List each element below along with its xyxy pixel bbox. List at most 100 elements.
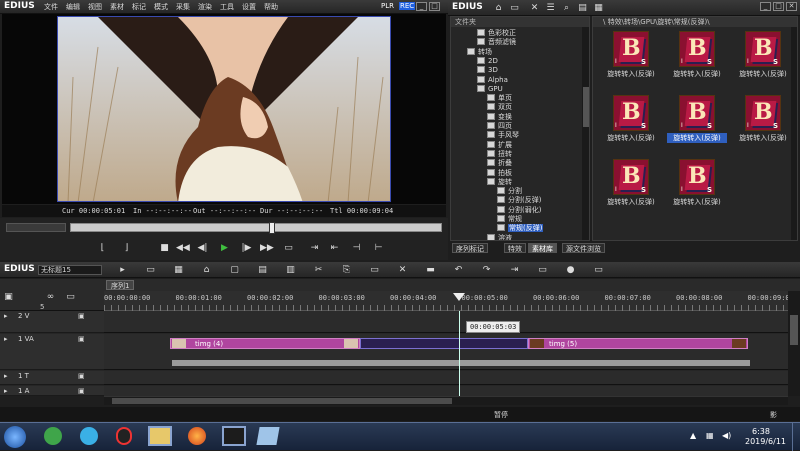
voice-icon[interactable]: ↶ — [452, 264, 465, 276]
playhead-line[interactable] — [459, 311, 460, 396]
render-icon[interactable]: ↷ — [480, 264, 493, 276]
thumbnail-label[interactable]: 旋转转入(反弹) — [601, 69, 661, 79]
step-back-icon[interactable]: ◀| — [196, 242, 209, 254]
timeline-ruler[interactable]: 00:00:00:00 00:00:01:00 00:00:02:00 00:00:0… — [104, 291, 794, 311]
transition-region[interactable] — [360, 338, 528, 349]
track-area-1a[interactable] — [104, 386, 788, 396]
mixer-icon[interactable]: ▬ — [424, 264, 437, 276]
start-button[interactable] — [4, 426, 26, 448]
transition-thumbnail[interactable]: BS I — [613, 159, 649, 195]
marker-icon[interactable]: ▭ — [536, 264, 549, 276]
network-icon[interactable]: ▦ — [706, 431, 714, 440]
folder-up-icon[interactable]: ⌂ — [492, 2, 505, 14]
menu-item[interactable]: 视图 — [84, 1, 106, 13]
track-toggle-icon[interactable]: ▣ — [78, 387, 85, 395]
save-icon[interactable]: ▦ — [172, 264, 185, 276]
record-icon[interactable]: ● — [564, 264, 577, 276]
edius-taskbar-icon[interactable] — [222, 426, 246, 446]
app-taskbar-icon[interactable] — [256, 427, 280, 445]
split-icon[interactable]: ⊣ — [350, 242, 363, 254]
menu-item[interactable]: 标记 — [128, 1, 150, 13]
thumbnail-label[interactable]: 旋转转入(反弹) — [733, 69, 793, 79]
undo-icon[interactable]: ⌂ — [200, 264, 213, 276]
hscroll-thumb[interactable] — [112, 398, 452, 404]
thumbnail-label[interactable]: 旋转转入(反弹) — [667, 133, 727, 143]
tray-up-icon[interactable]: ▲ — [690, 431, 696, 440]
maximize-button[interactable]: □ — [429, 2, 440, 11]
transition-thumbnail[interactable]: BS I — [745, 31, 781, 67]
track-lock-icon[interactable]: ▸ — [4, 312, 8, 320]
set-in-icon[interactable]: ⌊ — [96, 242, 109, 254]
effects-tab[interactable]: 特效 — [504, 243, 526, 253]
jog-slider[interactable] — [6, 223, 66, 232]
thumbnail-label[interactable]: 旋转转入(反弹) — [667, 69, 727, 79]
rec-indicator[interactable]: REC — [399, 2, 416, 10]
thumbnail-label[interactable]: 旋转转入(反弹) — [667, 197, 727, 207]
effects-tab[interactable]: 序列标记 — [452, 243, 488, 253]
show-desktop-button[interactable] — [792, 423, 800, 451]
menu-item[interactable]: 设置 — [238, 1, 260, 13]
search-icon[interactable]: ⌕ — [560, 2, 573, 14]
track-lock-icon[interactable]: ▸ — [4, 387, 8, 395]
in-out-icon[interactable]: ✕ — [396, 264, 409, 276]
menu-item[interactable]: 模式 — [150, 1, 172, 13]
step-forward-icon[interactable]: |▶ — [240, 242, 253, 254]
open-icon[interactable]: ▭ — [144, 264, 157, 276]
thumbnail-label[interactable]: 旋转转入(反弹) — [601, 197, 661, 207]
timeline-hscroll[interactable] — [104, 396, 788, 405]
firefox-icon[interactable] — [188, 427, 206, 445]
monitor-icon[interactable]: ▭ — [64, 291, 77, 303]
menu-item[interactable]: 素材 — [106, 1, 128, 13]
ripple-icon[interactable]: ▭ — [368, 264, 381, 276]
track-toggle-icon[interactable]: ▣ — [78, 335, 85, 343]
paste-icon[interactable]: ✂ — [312, 264, 325, 276]
explorer-icon[interactable] — [148, 426, 172, 446]
timeline-vscroll[interactable] — [788, 291, 800, 396]
clip-timg-5[interactable]: timg (5) — [528, 338, 748, 349]
transition-thumbnail[interactable]: BS I — [745, 95, 781, 131]
track-area-1t[interactable] — [104, 371, 788, 385]
transition-thumbnail[interactable]: BS I — [613, 31, 649, 67]
minimize-button[interactable]: _ — [416, 2, 427, 11]
folder-icon[interactable]: ▭ — [508, 2, 521, 14]
effects-minimize-button[interactable]: _ — [760, 2, 771, 11]
track-toggle-icon[interactable]: ▣ — [78, 372, 85, 380]
thumbnail-label[interactable]: 旋转转入(反弹) — [733, 133, 793, 143]
play-icon[interactable]: ▶ — [218, 242, 231, 254]
list-view-icon[interactable]: ▤ — [576, 2, 589, 14]
menu-item[interactable]: 编辑 — [62, 1, 84, 13]
fast-forward-icon[interactable]: ▶▶ — [260, 242, 274, 254]
project-name[interactable]: 无标题15 — [38, 265, 102, 275]
effects-tab[interactable]: 源文件浏览 — [562, 243, 605, 253]
stop-icon[interactable]: ■ — [158, 242, 171, 254]
transition-thumbnail[interactable]: BS I — [613, 95, 649, 131]
transition-thumbnail[interactable]: BS I — [679, 95, 715, 131]
properties-icon[interactable]: ☰ — [544, 2, 557, 14]
layout-icon[interactable]: ▭ — [592, 264, 605, 276]
rewind-icon[interactable]: ◀◀ — [176, 242, 190, 254]
menu-item[interactable]: 工具 — [216, 1, 238, 13]
lock-icon[interactable]: ▣ — [2, 291, 15, 303]
playhead-marker[interactable] — [453, 293, 465, 301]
delete-icon[interactable]: ✕ — [528, 2, 541, 14]
chain-icon[interactable]: ∞ — [44, 291, 57, 303]
browser-icon[interactable] — [44, 427, 62, 445]
video-frame[interactable] — [57, 16, 391, 202]
delete-icon[interactable]: ⎘ — [340, 264, 353, 276]
scrub-handle[interactable] — [268, 222, 275, 234]
new-sequence-icon[interactable]: ▸ — [116, 264, 129, 276]
ie-icon[interactable] — [80, 427, 98, 445]
set-out-icon[interactable]: ⌋ — [120, 242, 133, 254]
copy-icon[interactable]: ▥ — [284, 264, 297, 276]
menu-item[interactable]: 采集 — [172, 1, 194, 13]
redo-icon[interactable]: ▢ — [228, 264, 241, 276]
menu-item[interactable]: 帮助 — [260, 1, 282, 13]
transition-thumbnail[interactable]: BS I — [679, 31, 715, 67]
sequence-tab[interactable]: 序列1 — [106, 280, 135, 290]
track-area-2v[interactable] — [104, 311, 788, 333]
menu-item[interactable]: 文件 — [40, 1, 62, 13]
plr-indicator[interactable]: PLR — [381, 2, 394, 10]
loop-icon[interactable]: ▭ — [282, 242, 295, 254]
track-header[interactable]: ▸ 1 T ▣ — [0, 371, 104, 385]
content-scrollbar[interactable] — [791, 27, 797, 240]
